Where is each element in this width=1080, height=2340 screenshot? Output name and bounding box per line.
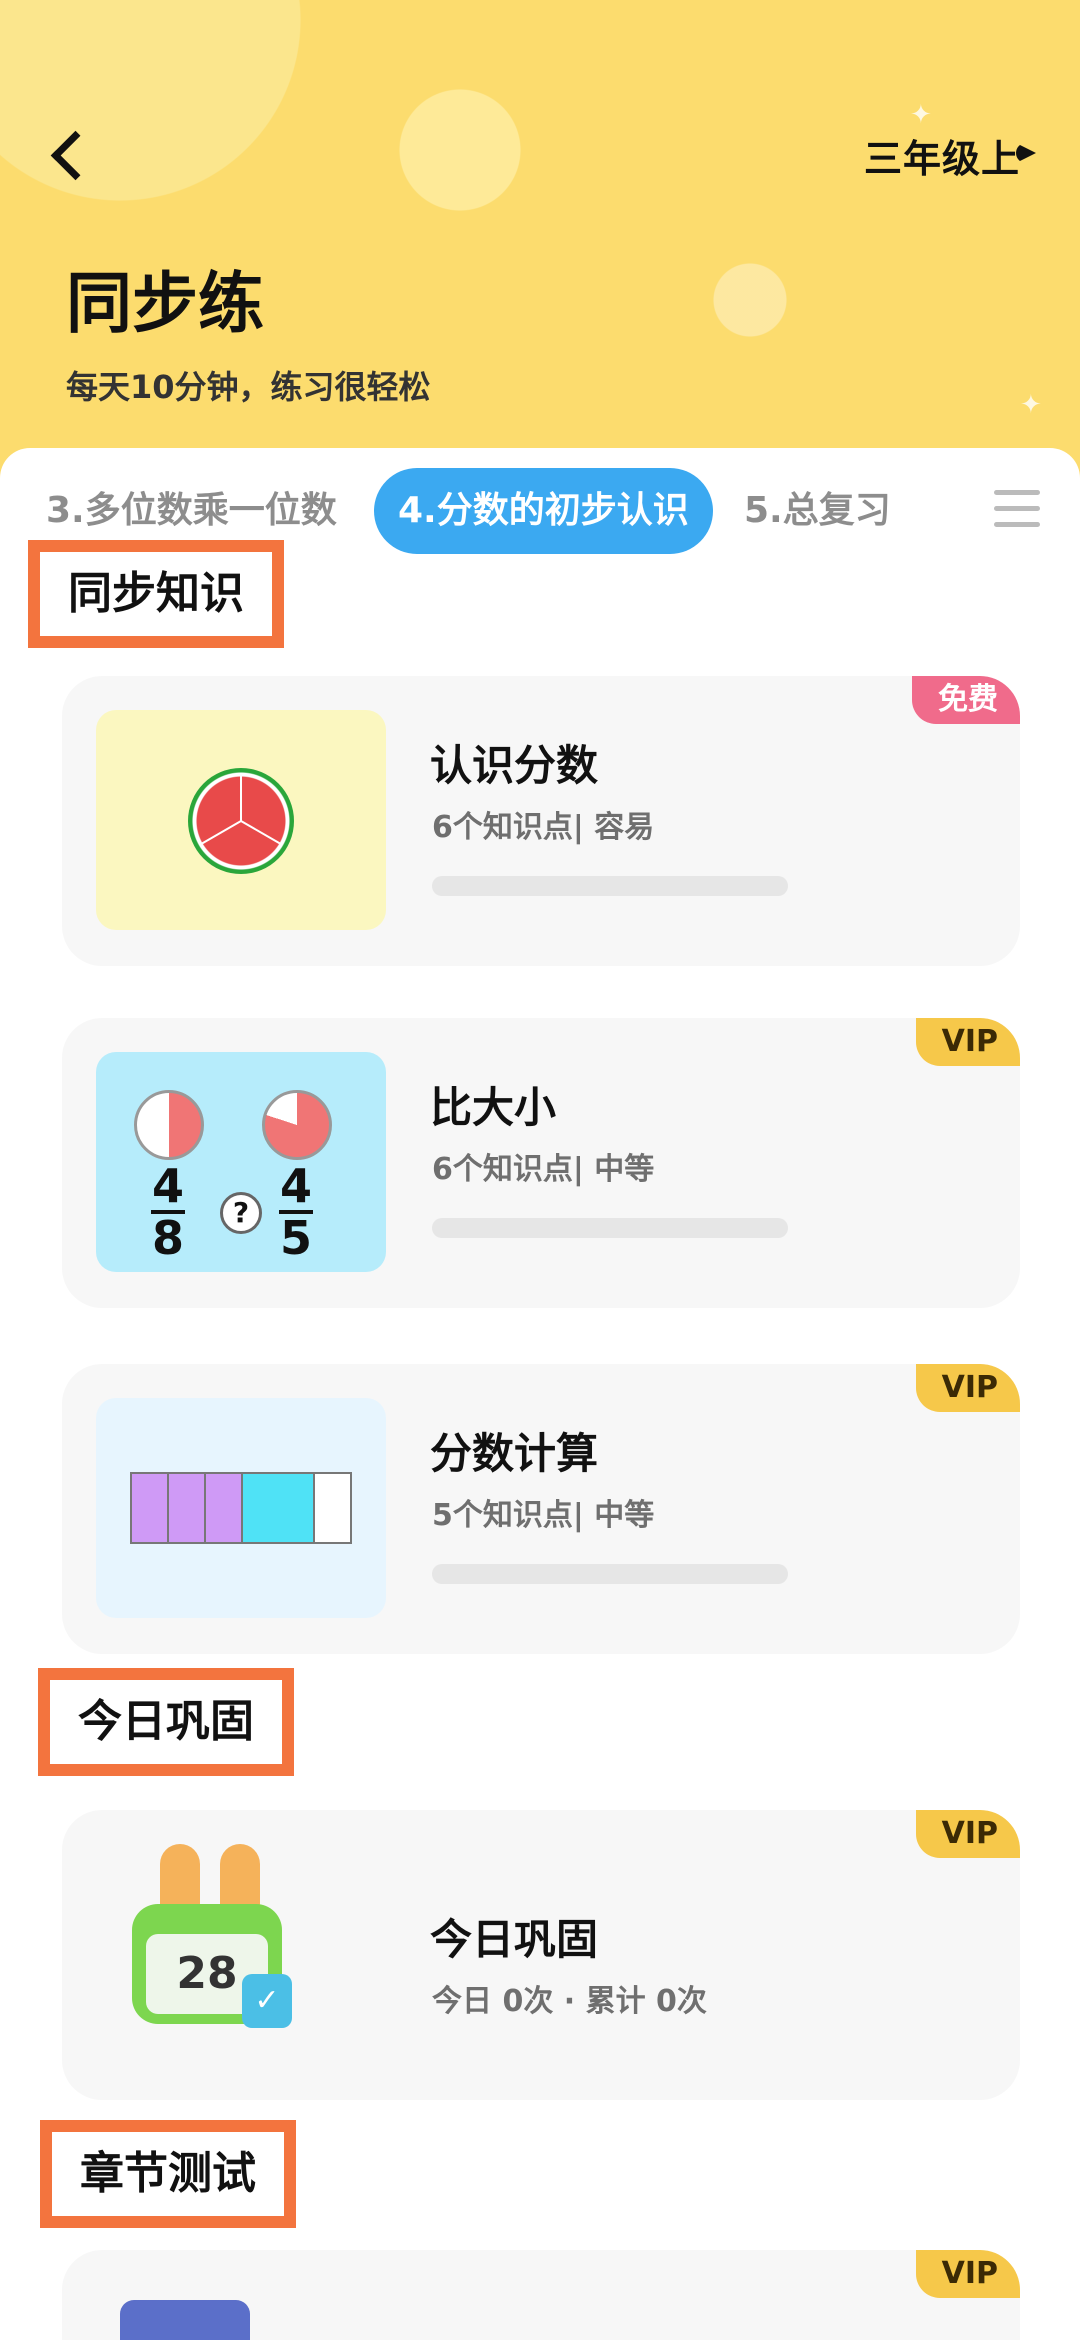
review-stats: 今日 0次 · 累计 0次	[432, 1984, 707, 2019]
page-title: 同步练	[66, 265, 264, 342]
progress-bar	[432, 1218, 788, 1238]
question-icon: ?	[220, 1192, 262, 1234]
free-badge: 免费	[912, 676, 1020, 724]
daily-review-card[interactable]: 28 ✓ 今日巩固 今日 0次 · 累计 0次 VIP	[62, 1810, 1020, 2100]
book-icon	[120, 2300, 250, 2340]
fraction-denominator: 5	[279, 1211, 312, 1265]
card-meta: 6个知识点| 中等	[432, 1152, 655, 1187]
card-meta: 5个知识点| 中等	[432, 1498, 655, 1533]
check-icon: ✓	[242, 1974, 292, 2028]
lesson-card[interactable]: 4 8 ? 4 5 比大小 6个知识点| 中等 VIP	[62, 1018, 1020, 1308]
section-sync-knowledge: 同步知识	[28, 540, 284, 648]
card-title: 今日巩固	[430, 1915, 599, 1964]
card-meta: 6个知识点| 容易	[432, 810, 655, 845]
grade-selector[interactable]: 三年级上	[864, 128, 1020, 183]
card-title: 比大小	[430, 1083, 557, 1132]
lesson-card[interactable]: 分数计算 5个知识点| 中等 VIP	[62, 1364, 1020, 1654]
progress-bar	[432, 1564, 788, 1584]
fraction-numerator: 4	[279, 1159, 312, 1213]
section-daily-review: 今日巩固	[38, 1668, 294, 1776]
card-title: 分数计算	[430, 1429, 599, 1478]
fraction-numerator: 4	[151, 1159, 184, 1213]
watermelon-thumbnail	[96, 710, 386, 930]
progress-bar	[432, 876, 788, 896]
lesson-card[interactable]: 认识分数 6个知识点| 容易 免费	[62, 676, 1020, 966]
section-chapter-test: 章节测试	[40, 2120, 296, 2228]
fraction-pie-icon	[262, 1090, 332, 1160]
fraction-bar-thumbnail	[96, 1398, 386, 1618]
tab-unit-4[interactable]: 4.分数的初步认识	[374, 468, 713, 554]
back-button[interactable]	[40, 120, 100, 190]
tab-unit-5[interactable]: 5.总复习	[744, 468, 891, 554]
sparkle-icon: ✦	[910, 100, 932, 130]
fraction-bar-model	[130, 1472, 352, 1544]
fraction-pie-icon	[134, 1090, 204, 1160]
menu-icon[interactable]	[994, 490, 1040, 530]
page-subtitle: 每天10分钟，练习很轻松	[66, 368, 431, 406]
fraction-compare-thumbnail: 4 8 ? 4 5	[96, 1052, 386, 1272]
watermelon-icon	[188, 768, 294, 874]
card-title: 认识分数	[430, 741, 599, 790]
sparkle-icon: ✦	[1020, 390, 1042, 420]
fraction-denominator: 8	[151, 1211, 184, 1265]
